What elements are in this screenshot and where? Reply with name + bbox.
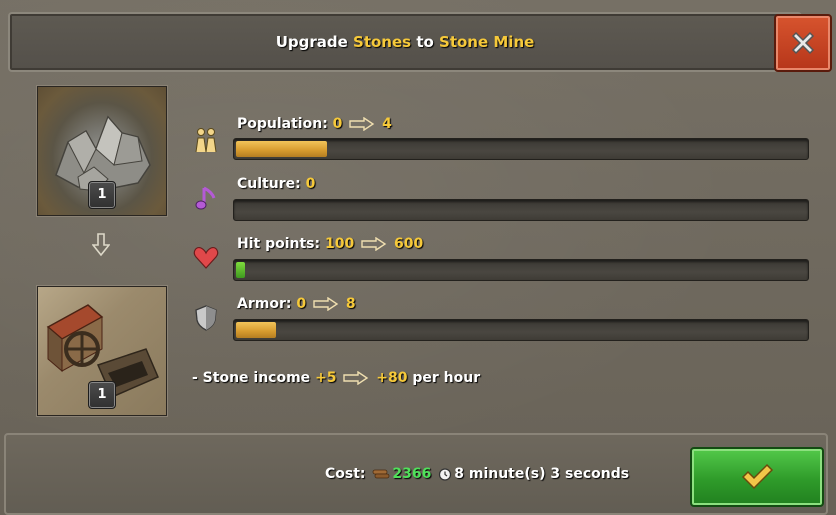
- cost-line: Cost: 2366 8 minute(s) 3 seconds: [325, 466, 629, 482]
- cost-label: Cost:: [325, 466, 366, 482]
- income-to: +80: [376, 370, 408, 386]
- income-from: +5: [315, 370, 337, 386]
- population-icon: [195, 128, 217, 153]
- close-icon: [791, 31, 815, 55]
- close-button[interactable]: [774, 14, 832, 72]
- title-middle: to: [416, 33, 434, 51]
- population-label-row: Population: 0 4: [237, 116, 392, 132]
- stone-mine-building-image: 1: [37, 286, 167, 416]
- upgrade-dialog: Upgrade Stones to Stone Mine 1 1 Populat…: [0, 0, 836, 515]
- armor-from: 0: [296, 296, 307, 312]
- arrow-right-icon: [313, 297, 339, 311]
- build-time: 8 minute(s) 3 seconds: [454, 466, 630, 482]
- armor-label: Armor:: [237, 296, 292, 312]
- hitpoints-from: 100: [325, 236, 355, 252]
- checkmark-icon: [741, 463, 774, 490]
- population-bar: [233, 138, 809, 160]
- clock-icon: [439, 468, 452, 481]
- armor-label-row: Armor: 0 8: [237, 296, 356, 312]
- heart-icon: [193, 247, 219, 269]
- hitpoints-bar-fill: [236, 262, 245, 278]
- income-prefix: - Stone income: [192, 370, 311, 386]
- hitpoints-to: 600: [393, 236, 424, 252]
- arrow-right-icon: [361, 237, 387, 251]
- wood-amount: 2366: [392, 466, 432, 482]
- hitpoints-label: Hit points:: [237, 236, 321, 252]
- next-level-badge: 1: [88, 381, 116, 409]
- culture-bar: [233, 199, 809, 221]
- arrow-right-icon: [349, 117, 375, 131]
- population-from: 0: [332, 116, 343, 132]
- population-bar-fill: [236, 141, 327, 157]
- hitpoints-label-row: Hit points: 100 600: [237, 236, 423, 252]
- to-building-name: Stone Mine: [439, 33, 535, 51]
- population-label: Population:: [237, 116, 328, 132]
- dialog-title: Upgrade Stones to Stone Mine: [10, 14, 800, 70]
- culture-label-row: Culture: 0: [237, 176, 315, 192]
- armor-bar-fill: [236, 322, 276, 338]
- arrow-right-icon: [343, 371, 369, 385]
- stones-building-image: 1: [37, 86, 167, 216]
- culture-value: 0: [305, 176, 316, 192]
- population-to: 4: [382, 116, 392, 132]
- confirm-upgrade-button[interactable]: [690, 447, 824, 507]
- from-building-name: Stones: [353, 33, 412, 51]
- music-note-icon: [195, 186, 216, 210]
- income-line: - Stone income +5 +80 per hour: [192, 370, 480, 386]
- culture-label: Culture:: [237, 176, 301, 192]
- down-arrow-icon: [92, 233, 110, 257]
- armor-bar: [233, 319, 809, 341]
- income-suffix: per hour: [412, 370, 481, 386]
- title-prefix: Upgrade: [275, 33, 348, 51]
- shield-icon: [195, 305, 217, 331]
- hitpoints-bar: [233, 259, 809, 281]
- armor-to: 8: [345, 296, 356, 312]
- dialog-header: Upgrade Stones to Stone Mine: [8, 12, 802, 72]
- current-level-badge: 1: [88, 181, 116, 209]
- wood-icon: [373, 469, 390, 479]
